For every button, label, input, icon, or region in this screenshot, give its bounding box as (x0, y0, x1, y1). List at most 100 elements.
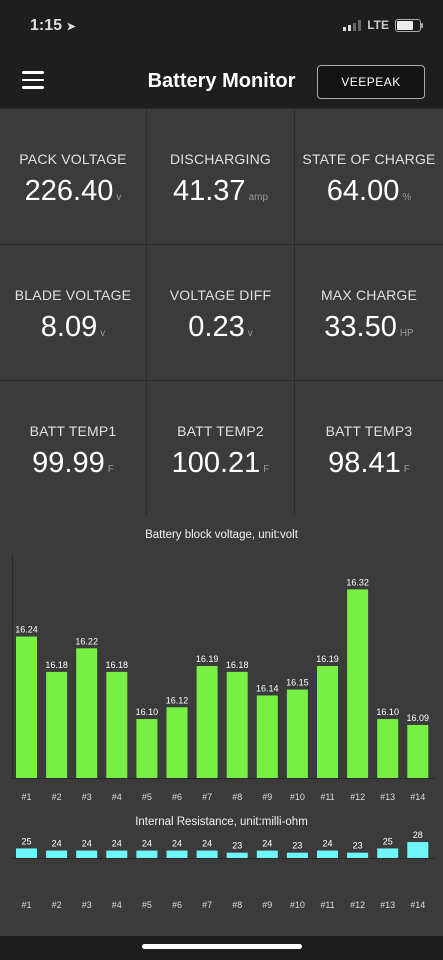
charts-svg: Battery block voltage, unit:volt16.24#11… (12, 529, 435, 910)
chart-bar (46, 850, 68, 858)
stat-label: VOLTAGE DIFF (169, 287, 272, 303)
chart-bar (286, 689, 308, 778)
data-label: 16.14 (256, 683, 279, 693)
stat-value: 99.99 (32, 447, 105, 479)
data-label: 25 (21, 836, 31, 846)
stat-label: BATT TEMP3 (325, 423, 413, 439)
data-label: 16.09 (407, 713, 430, 723)
chart-bar (166, 707, 188, 778)
chart-bar (16, 848, 37, 858)
stat-batt-temp3: BATT TEMP3 98.41 F (295, 381, 443, 517)
stat-discharging: DISCHARGING 41.37 amp (147, 109, 295, 245)
chart-bar (317, 666, 338, 778)
data-label: 16.18 (45, 660, 68, 670)
x-tick-label: #10 (290, 792, 305, 802)
stat-label: DISCHARGING (170, 151, 271, 167)
stat-value: 33.50 (324, 311, 397, 343)
chart-bar (196, 666, 218, 778)
charts-panel: Battery block voltage, unit:volt 16.24 #1 1… (0, 516, 443, 936)
stat-value: 100.21 (171, 447, 261, 479)
x-tick-label: #8 (232, 900, 242, 910)
network-type: LTE (367, 18, 389, 32)
stat-value: 8.09 (40, 311, 98, 343)
x-tick-label: #11 (320, 900, 334, 910)
stat-unit: HP (399, 328, 414, 339)
stat-unit: v (100, 328, 106, 339)
data-label: 23 (292, 841, 302, 851)
chart-bar (347, 852, 369, 858)
data-label: 24 (322, 839, 332, 849)
x-tick-label: #3 (82, 792, 92, 802)
stat-unit: amp (248, 192, 269, 203)
chart-title: Internal Resistance, unit:milli-ohm (135, 816, 308, 828)
chart-bar (377, 719, 399, 778)
stat-max-charge: MAX CHARGE 33.50 HP (295, 245, 443, 381)
data-label: 16.18 (106, 660, 129, 670)
data-label: 24 (82, 839, 92, 849)
chart-bar (377, 848, 399, 858)
stats-grid: PACK VOLTAGE 226.40 v DISCHARGING 41.37 am… (0, 108, 443, 517)
x-tick-label: #6 (172, 792, 182, 802)
data-label: 16.15 (286, 678, 309, 688)
x-tick-label: #2 (52, 792, 62, 802)
stat-value: 64.00 (326, 175, 400, 207)
chart-bar (256, 695, 278, 778)
chart-bar (347, 589, 369, 778)
chart-bar (106, 850, 128, 858)
device-button[interactable]: VEEPEAK (317, 65, 425, 99)
data-label: 24 (262, 839, 272, 849)
data-label: 16.32 (346, 577, 369, 587)
chart-bar (46, 671, 68, 778)
chart-bar (76, 850, 98, 858)
stat-value: 226.40 (24, 175, 114, 207)
status-indicators: LTE (343, 18, 423, 32)
x-tick-label: #11 (320, 792, 334, 802)
data-label: 16.24 (15, 625, 38, 635)
data-label: 16.18 (226, 660, 249, 670)
stat-batt-temp1: BATT TEMP1 99.99 F (0, 381, 147, 517)
data-label: 24 (112, 839, 122, 849)
data-label: 16.19 (316, 654, 339, 664)
status-time: 1:15 ➤ (30, 17, 76, 34)
chart-bar (407, 724, 429, 778)
stat-pack-voltage: PACK VOLTAGE 226.40 v (0, 109, 147, 245)
signal-bars-icon (343, 19, 362, 31)
data-label: 24 (202, 839, 212, 849)
stat-state-of-charge: STATE OF CHARGE 64.00% (295, 109, 443, 245)
stat-value: 41.37 (172, 175, 246, 207)
data-label: 23 (353, 841, 363, 851)
chart-bar (226, 852, 248, 858)
stat-label: BLADE VOLTAGE (14, 287, 132, 303)
x-tick-label: #9 (262, 792, 272, 802)
x-tick-label: #5 (142, 900, 152, 910)
chart-bar (166, 850, 188, 858)
stat-unit: F (403, 464, 410, 475)
home-indicator[interactable] (142, 944, 302, 949)
data-label: 24 (172, 839, 182, 849)
app-header: Battery Monitor VEEPEAK (0, 54, 443, 110)
chart-bar (196, 850, 218, 858)
data-label: 28 (413, 830, 423, 840)
stat-unit: v (247, 328, 253, 339)
x-tick-label: #7 (202, 900, 212, 910)
data-label: 16.12 (166, 695, 189, 705)
battery-icon (395, 18, 423, 32)
stat-value: 98.41 (328, 447, 401, 479)
data-label: 16.19 (196, 654, 219, 664)
stat-label: PACK VOLTAGE (19, 151, 127, 167)
stat-label: MAX CHARGE (320, 287, 418, 303)
stat-voltage-diff: VOLTAGE DIFF 0.23 v (147, 245, 295, 381)
data-label: 16.22 (75, 636, 98, 646)
data-label: 16.10 (136, 707, 159, 717)
status-bar: 1:15 ➤ LTE (0, 0, 443, 50)
chart-title: Battery block voltage, unit:volt (145, 529, 299, 541)
x-tick-label: #1 (21, 792, 31, 802)
x-tick-label: #4 (112, 792, 122, 802)
stat-unit: v (116, 192, 122, 203)
stat-label: BATT TEMP2 (177, 423, 264, 439)
chart-bar (136, 850, 158, 858)
chart-bar (317, 850, 338, 858)
x-tick-label: #1 (21, 900, 31, 910)
x-tick-label: #14 (410, 792, 425, 802)
x-tick-label: #12 (350, 792, 365, 802)
